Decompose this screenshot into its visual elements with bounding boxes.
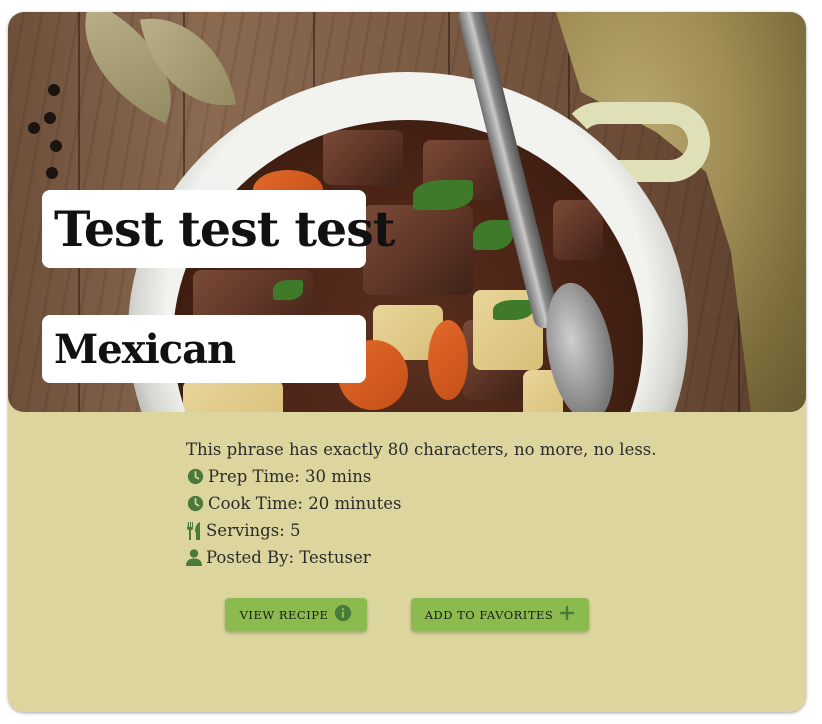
cook-time: Cook Time: 20 minutes xyxy=(208,494,402,513)
utensils-icon xyxy=(186,521,202,540)
recipe-description-row: This phrase has exactly 80 characters, n… xyxy=(186,436,657,463)
cuisine-box: Mexican xyxy=(42,315,366,383)
clock-icon xyxy=(186,495,204,513)
plus-icon xyxy=(553,605,575,624)
cook-time-row: Cook Time: 20 minutes xyxy=(186,490,657,517)
prep-time-row: Prep Time: 30 mins xyxy=(186,463,657,490)
prep-time: Prep Time: 30 mins xyxy=(208,467,372,486)
servings: Servings: 5 xyxy=(206,521,301,540)
servings-row: Servings: 5 xyxy=(186,517,657,544)
info-icon xyxy=(328,604,352,625)
view-recipe-button[interactable]: View Recipe xyxy=(225,598,367,631)
add-to-favorites-label: Add to Favorites xyxy=(424,607,554,622)
recipe-image: Test test test Mexican xyxy=(8,12,806,412)
recipe-title-box: Test test test xyxy=(42,190,395,268)
posted-by-row: Posted By: Testuser xyxy=(186,544,657,571)
recipe-title: Test test test xyxy=(54,200,395,258)
recipe-details: This phrase has exactly 80 characters, n… xyxy=(186,436,657,571)
recipe-cuisine: Mexican xyxy=(54,325,236,373)
clock-icon xyxy=(186,468,204,486)
posted-by: Posted By: Testuser xyxy=(206,548,371,567)
add-to-favorites-button[interactable]: Add to Favorites xyxy=(411,598,589,631)
recipe-description: This phrase has exactly 80 characters, n… xyxy=(186,440,657,459)
recipe-card: Test test test Mexican This phrase has e… xyxy=(8,12,806,712)
user-icon xyxy=(186,549,202,567)
view-recipe-label: View Recipe xyxy=(239,607,329,622)
